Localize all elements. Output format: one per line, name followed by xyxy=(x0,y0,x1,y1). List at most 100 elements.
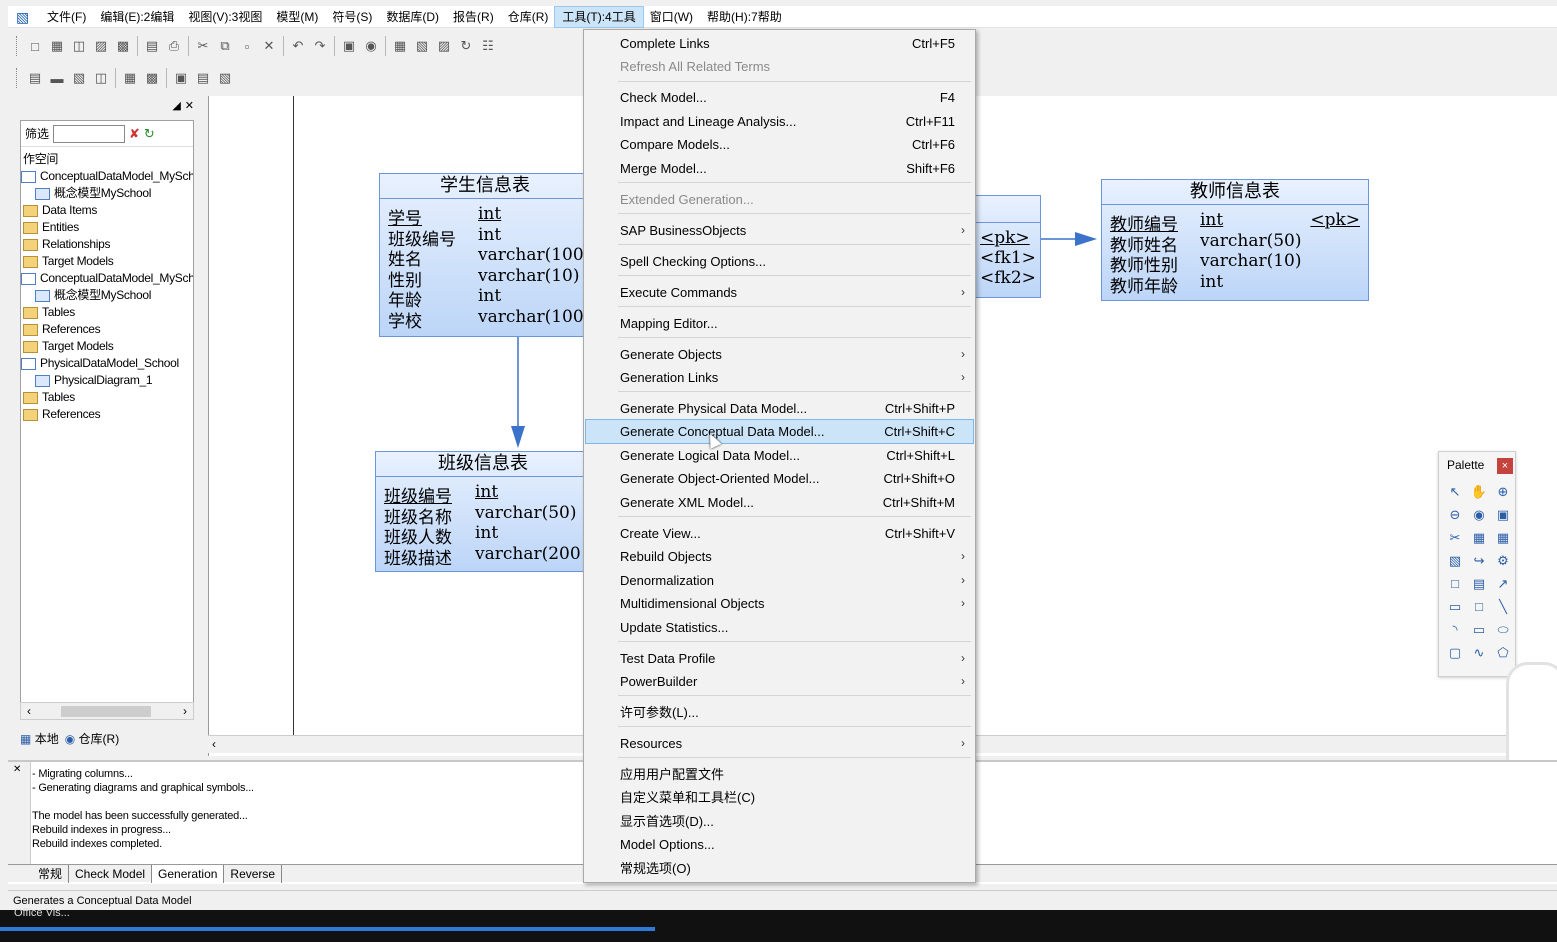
menu-item[interactable]: Check Model... F4 xyxy=(586,86,973,109)
redo-icon[interactable]: ↷ xyxy=(309,35,331,57)
menu-item[interactable]: Impact and Lineage Analysis... Ctrl+F11 xyxy=(586,110,973,133)
toolbar-grip[interactable] xyxy=(16,36,20,56)
menu-window[interactable]: 窗口(W) xyxy=(643,7,700,27)
image-icon[interactable]: ▩ xyxy=(141,67,163,89)
title-icon[interactable]: ▭ xyxy=(1443,599,1467,622)
filter-input[interactable] xyxy=(53,124,126,143)
note-icon[interactable]: ▤ xyxy=(1467,576,1491,599)
tree-item[interactable]: Target Models xyxy=(23,338,114,355)
tree-item[interactable]: Tables xyxy=(23,389,75,406)
tree-item[interactable]: PhysicalDataModel_School xyxy=(21,355,179,372)
copy-icon[interactable]: ⧉ xyxy=(214,35,236,57)
reference-icon[interactable]: ↪ xyxy=(1467,553,1491,576)
table-icon[interactable]: ▦ xyxy=(1491,530,1515,553)
undo-icon[interactable]: ↶ xyxy=(287,35,309,57)
menu-item[interactable]: 许可参数(L)... xyxy=(586,701,973,724)
menu-item[interactable]: Complete Links Ctrl+F5 xyxy=(586,32,973,55)
menu-item[interactable]: 显示首选项(D)... xyxy=(586,810,973,833)
tree-item[interactable]: Target Models xyxy=(23,253,114,270)
browser-hscrollbar[interactable]: ‹ › xyxy=(20,702,194,720)
tree-item[interactable]: ConceptualDataModel_MySch xyxy=(21,168,193,185)
menu-file[interactable]: 文件(F) xyxy=(40,7,93,27)
menu-item[interactable]: Mapping Editor... xyxy=(586,312,973,335)
text-icon[interactable]: □ xyxy=(1467,599,1491,622)
refresh-icon[interactable]: ↻ xyxy=(455,35,477,57)
tree-item[interactable]: PhysicalDiagram_1 xyxy=(35,372,153,389)
menu-item[interactable]: Generate XML Model... Ctrl+Shift+M xyxy=(586,491,973,514)
zoom-in-icon[interactable]: ⊕ xyxy=(1491,484,1515,507)
menu-item[interactable]: PowerBuilder › xyxy=(586,670,973,693)
pointer-icon[interactable]: ↖ xyxy=(1443,484,1467,507)
delete-icon[interactable]: ✂ xyxy=(1443,530,1467,553)
menu-item[interactable]: Execute Commands › xyxy=(586,281,973,304)
tab-general[interactable]: 常规 xyxy=(32,864,70,883)
tree-item[interactable]: ConceptualDataModel_MySch xyxy=(21,270,193,287)
menu-item[interactable]: Generate Conceptual Data Model... Ctrl+Sh… xyxy=(585,419,974,444)
rounded-rectangle-icon[interactable]: ▢ xyxy=(1443,645,1467,668)
refresh-filter-icon[interactable]: ↻ xyxy=(144,126,155,142)
check-model-icon[interactable]: ▦ xyxy=(389,35,411,57)
procedure-icon[interactable]: ⚙ xyxy=(1491,553,1515,576)
layout-icon[interactable]: ▧ xyxy=(214,67,236,89)
print-icon[interactable]: ⎙ xyxy=(163,35,185,57)
menu-edit[interactable]: 编辑(E):2编辑 xyxy=(93,7,181,27)
view-icon[interactable]: ▧ xyxy=(1443,553,1467,576)
close-icon[interactable]: ✕ xyxy=(13,764,21,775)
comment-icon[interactable]: ▤ xyxy=(192,67,214,89)
properties-icon[interactable]: ▣ xyxy=(1491,507,1515,530)
menu-help[interactable]: 帮助(H):7帮助 xyxy=(700,7,789,27)
link-icon[interactable]: ↗ xyxy=(1491,576,1515,599)
tab-reverse[interactable]: Reverse xyxy=(224,864,283,883)
reverse-icon[interactable]: ▨ xyxy=(433,35,455,57)
menu-tools[interactable]: 工具(T):4工具 xyxy=(554,5,644,28)
diagram-icon[interactable]: ▦ xyxy=(119,67,141,89)
scroll-right-icon[interactable]: › xyxy=(183,704,187,718)
result-list-icon[interactable]: ▧ xyxy=(68,67,90,89)
toolbar-grip[interactable] xyxy=(16,68,20,88)
tab-repository[interactable]: ◉ 仓库(R) xyxy=(65,730,120,747)
menu-report[interactable]: 报告(R) xyxy=(446,7,501,27)
new-icon[interactable]: □ xyxy=(24,35,46,57)
tab-local[interactable]: ▦ 本地 xyxy=(20,730,59,747)
tree-item[interactable]: Relationships xyxy=(23,236,110,253)
open-view-icon[interactable]: ◉ xyxy=(1467,507,1491,530)
save-icon[interactable]: ▨ xyxy=(90,35,112,57)
zoom-icon[interactable]: ▣ xyxy=(170,67,192,89)
cut-icon[interactable]: ✂ xyxy=(192,35,214,57)
tile-icon[interactable]: ◫ xyxy=(90,67,112,89)
menu-item[interactable]: Generation Links › xyxy=(586,366,973,389)
menu-item[interactable]: Denormalization › xyxy=(586,569,973,592)
resize-icon[interactable]: ◢ xyxy=(172,99,180,112)
scroll-left-icon[interactable]: ‹ xyxy=(212,737,216,751)
tree-item[interactable]: References xyxy=(23,406,101,423)
line-icon[interactable]: ╲ xyxy=(1491,599,1515,622)
properties-icon[interactable]: ▣ xyxy=(338,35,360,57)
menu-model[interactable]: 模型(M) xyxy=(269,7,325,27)
menu-item[interactable]: Resources › xyxy=(586,732,973,755)
menu-item[interactable]: Spell Checking Options... xyxy=(586,250,973,273)
paste-icon[interactable]: ▫ xyxy=(236,35,258,57)
open-icon[interactable]: ◫ xyxy=(68,35,90,57)
table-student[interactable]: 学生信息表 学号 int 班级编号 int 姓名 varchar(100 性别 varchar… xyxy=(379,173,591,337)
tree-item[interactable]: References xyxy=(23,321,101,338)
save-all-icon[interactable]: ▩ xyxy=(112,35,134,57)
table-partial[interactable]: <pk> <fk1> <fk2> xyxy=(975,195,1041,298)
menu-database[interactable]: 数据库(D) xyxy=(379,7,446,27)
tree-item[interactable]: Data Items xyxy=(23,202,97,219)
polyline-icon[interactable]: ∿ xyxy=(1467,645,1491,668)
tab-generation[interactable]: Generation xyxy=(152,864,225,883)
arc-icon[interactable]: ◝ xyxy=(1443,622,1467,645)
menu-repository[interactable]: 仓库(R) xyxy=(501,7,556,27)
menu-item[interactable]: Create View... Ctrl+Shift+V xyxy=(586,522,973,545)
menu-item[interactable]: Generate Physical Data Model... Ctrl+Shif… xyxy=(586,397,973,420)
table-class[interactable]: 班级信息表 班级编号 int 班级名称 varchar(50) 班级人数 int 班级描述 v… xyxy=(375,451,591,572)
print-preview-icon[interactable]: ▤ xyxy=(141,35,163,57)
ellipse-icon[interactable]: ⬭ xyxy=(1491,622,1515,645)
tree-item[interactable]: Tables xyxy=(23,304,75,321)
scroll-left-icon[interactable]: ‹ xyxy=(27,704,31,718)
polygon-icon[interactable]: ⬠ xyxy=(1491,645,1515,668)
tree-item[interactable]: 作空间 xyxy=(23,151,58,168)
menu-item[interactable]: 常规选项(O) xyxy=(586,857,973,880)
scroll-thumb[interactable] xyxy=(61,706,151,717)
browser-toggle-icon[interactable]: ▤ xyxy=(24,67,46,89)
